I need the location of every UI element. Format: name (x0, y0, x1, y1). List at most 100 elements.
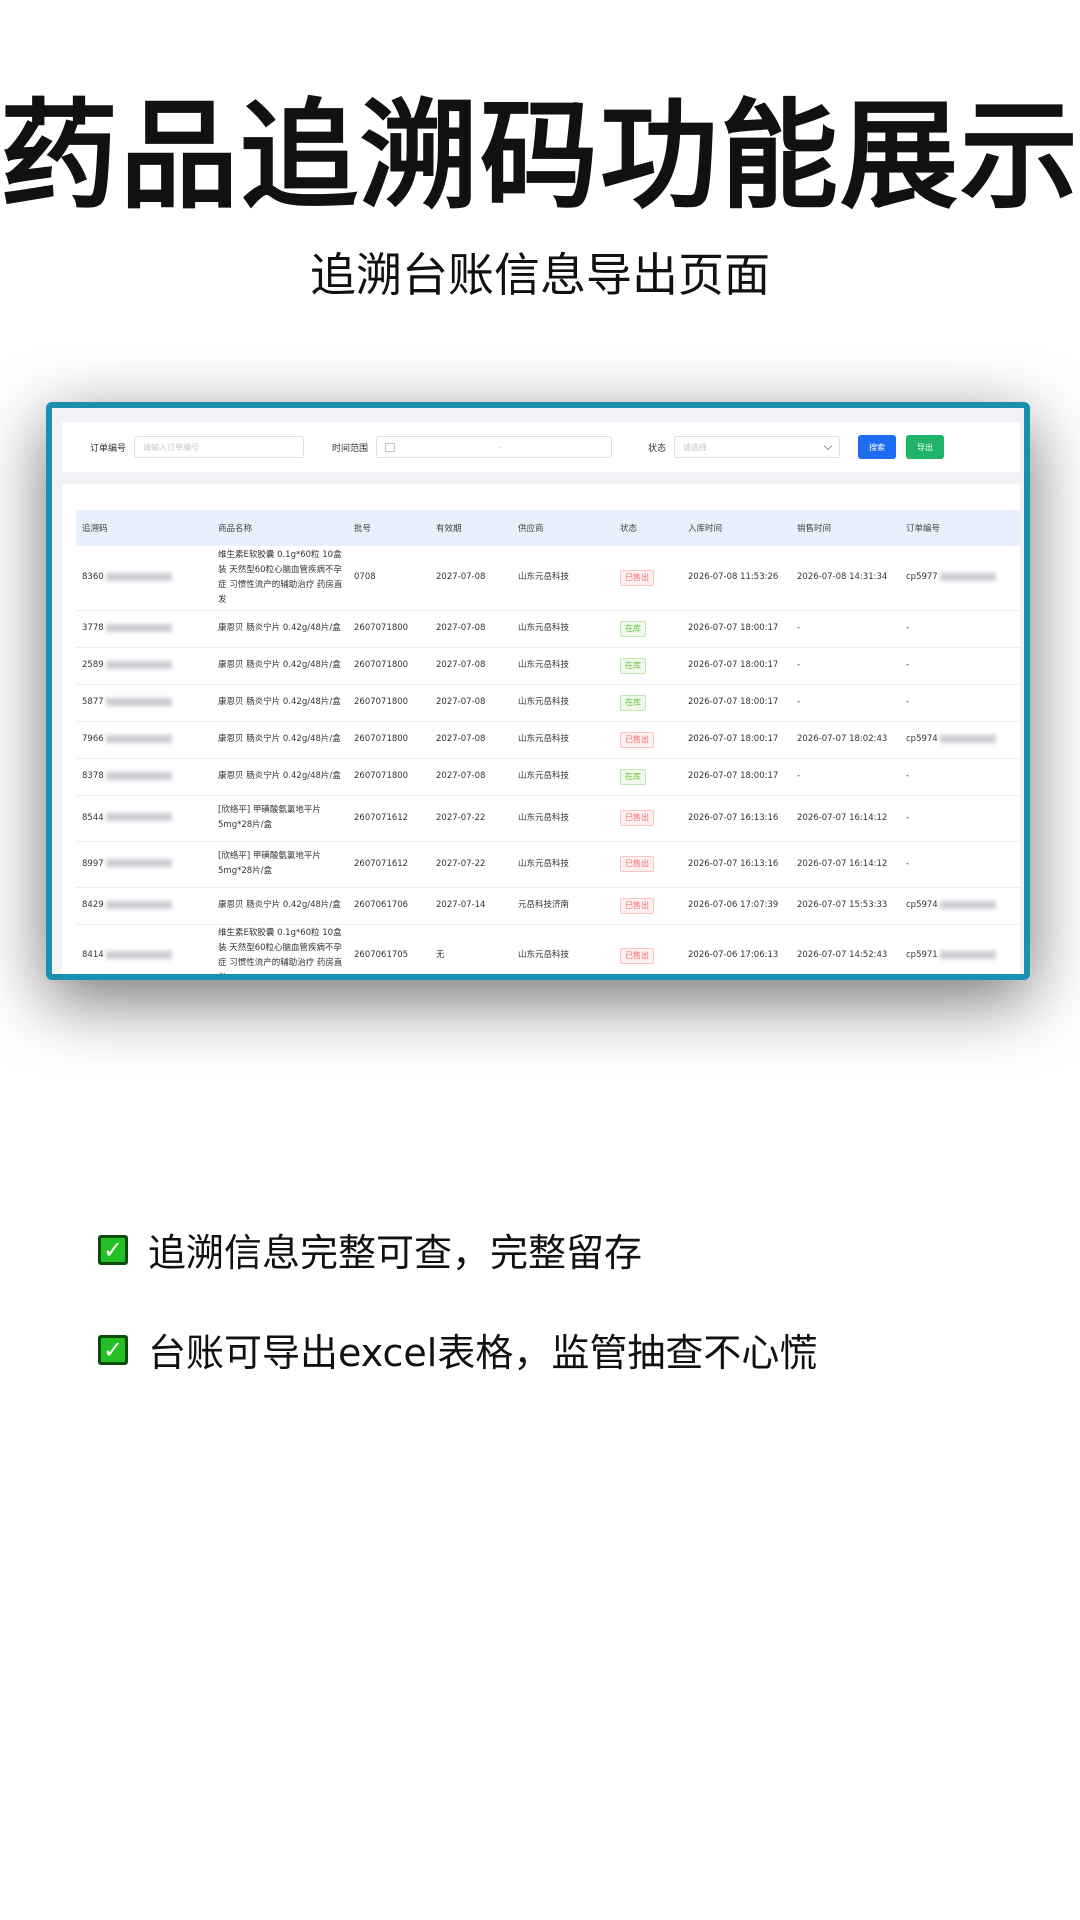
cell-supplier: 山东元岳科技 (518, 950, 570, 960)
masked-value (939, 950, 996, 959)
cell-batch: 2607071800 (354, 697, 409, 707)
cell-expiry: 2027-07-08 (436, 697, 486, 707)
cell-code: 5877 (82, 697, 104, 707)
cell-code: 3778 (82, 623, 104, 633)
cell-order: cp5974 (906, 900, 938, 910)
cell-sale_time: - (797, 623, 801, 633)
masked-value (939, 734, 996, 743)
cell-in_time: 2026-07-07 18:00:17 (688, 734, 779, 744)
cell-code: 7966 (82, 734, 104, 744)
column-header: 批号 (348, 510, 430, 546)
cell-supplier: 山东元岳科技 (518, 660, 570, 670)
cell-name: 康恩贝 肠炎宁片 0.42g/48片/盒 (218, 697, 341, 707)
column-header: 销售时间 (791, 510, 900, 546)
page-subheadline: 追溯台账信息导出页面 (310, 248, 770, 302)
cell-expiry: 2027-07-08 (436, 572, 486, 583)
export-button[interactable]: 导出 (906, 435, 945, 459)
masked-value (939, 572, 996, 581)
status-placeholder: 请选择 (683, 442, 708, 452)
cell-batch: 2607071800 (354, 623, 409, 633)
masked-value (105, 572, 172, 581)
cell-batch: 2607071800 (354, 734, 409, 744)
cell-order: - (906, 812, 910, 823)
cell-order: cp5977 (906, 572, 938, 583)
cell-batch: 2607071800 (354, 771, 409, 781)
cell-expiry: 2027-07-08 (436, 771, 486, 781)
date-range-picker[interactable]: - (376, 436, 613, 458)
screenshot-frame: 订单编号 请输入订单编号 时间范围 - 状态 请选择 搜索 导出 追溯码 商品名称… (46, 402, 1030, 980)
status-badge: 已售出 (620, 731, 654, 748)
order-number-placeholder: 请输入订单编号 (143, 442, 200, 452)
cell-sale_time: 2026-07-07 14:52:43 (797, 950, 888, 960)
masked-value (105, 859, 172, 867)
column-header: 入库时间 (682, 510, 791, 546)
masked-value (939, 900, 996, 909)
status-badge: 在库 (620, 768, 646, 785)
cell-supplier: 山东元岳科技 (518, 812, 570, 823)
table-row: 7966 康恩贝 肠炎宁片 0.42g/48片/盒 2607071800 2027-0… (76, 721, 1020, 759)
cell-in_time: 2026-07-06 17:06:13 (688, 950, 779, 960)
cell-supplier: 元岳科技济南 (518, 900, 570, 910)
order-filter-label: 订单编号 (90, 443, 127, 454)
cell-batch: 0708 (354, 572, 376, 583)
cell-sale_time: - (797, 660, 801, 670)
masked-value (105, 900, 172, 909)
cell-name: 康恩贝 肠炎宁片 0.42g/48片/盒 (218, 623, 341, 633)
cell-supplier: 山东元岳科技 (518, 734, 570, 744)
cell-name: [欣络平] 甲磺酸氨氯地平片5mg*28片/盒 (218, 851, 321, 876)
column-header: 订单编号 (900, 510, 1020, 546)
feature-text-1: 追溯信息完整可查，完整留存 (148, 1231, 643, 1275)
cell-code: 8378 (82, 771, 104, 781)
cell-batch: 2607071800 (354, 660, 409, 670)
cell-supplier: 山东元岳科技 (518, 771, 570, 781)
table-row: 8544 [欣络平] 甲磺酸氨氯地平片5mg*28片/盒 2607071612 202… (76, 795, 1020, 842)
cell-order: cp5971 (906, 950, 938, 960)
cell-in_time: 2026-07-07 16:13:16 (688, 812, 779, 823)
cell-batch: 2607061705 (354, 950, 409, 960)
status-badge: 已售出 (620, 856, 654, 872)
cell-sale_time: 2026-07-07 16:14:12 (797, 858, 888, 869)
date-range-separator: - (497, 442, 501, 452)
masked-value (105, 950, 172, 959)
status-badge: 已售出 (620, 897, 654, 914)
cell-in_time: 2026-07-07 18:00:17 (688, 697, 779, 707)
status-badge: 已售出 (620, 947, 654, 964)
cell-supplier: 山东元岳科技 (518, 697, 570, 707)
cell-in_time: 2026-07-06 17:07:39 (688, 900, 779, 910)
status-badge: 已售出 (620, 569, 654, 586)
status-badge: 在库 (620, 657, 646, 674)
status-badge: 已售出 (620, 810, 654, 826)
cell-sale_time: 2026-07-07 16:14:12 (797, 812, 888, 823)
cell-expiry: 无 (436, 950, 445, 960)
cell-name: [欣络平] 甲磺酸氨氯地平片5mg*28片/盒 (218, 805, 321, 830)
table-row: 8429 康恩贝 肠炎宁片 0.42g/48片/盒 2607061706 2027-0… (76, 887, 1020, 925)
cell-order: - (906, 623, 910, 633)
status-badge: 在库 (620, 620, 646, 637)
status-select[interactable]: 请选择 (674, 436, 841, 458)
table-row: 8997 [欣络平] 甲磺酸氨氯地平片5mg*28片/盒 2607071612 202… (76, 841, 1020, 888)
cell-in_time: 2026-07-08 11:53:26 (688, 572, 779, 583)
feature-item-1: ✓ 追溯信息完整可查，完整留存 (98, 1222, 642, 1277)
table-row: 3778 康恩贝 肠炎宁片 0.42g/48片/盒 2607071800 2027-0… (76, 610, 1020, 648)
cell-in_time: 2026-07-07 16:13:16 (688, 858, 779, 869)
cell-sale_time: 2026-07-07 15:53:33 (797, 900, 888, 910)
status-filter-label: 状态 (648, 443, 667, 454)
search-button[interactable]: 搜索 (858, 435, 897, 459)
cell-order: - (906, 660, 910, 670)
cell-in_time: 2026-07-07 18:00:17 (688, 660, 779, 670)
table-row: 5877 康恩贝 肠炎宁片 0.42g/48片/盒 2607071800 2027-0… (76, 684, 1020, 722)
cell-in_time: 2026-07-07 18:00:17 (688, 623, 779, 633)
masked-value (105, 697, 172, 706)
trace-table: 追溯码 商品名称 批号 有效期 供应商 状态 入库时间 销售时间 订单编号 8360 维生素E软胶… (76, 510, 1020, 974)
cell-code: 8360 (82, 572, 104, 583)
cell-order: - (906, 771, 910, 781)
cell-order: - (906, 858, 910, 869)
table-row: 8360 维生素E软胶囊 0.1g*60粒 10盒装 天然型60粒心脑血管疾病不孕… (76, 546, 1020, 611)
page-headline: 药品追溯码功能展示 (0, 87, 1080, 225)
order-number-input[interactable]: 请输入订单编号 (134, 436, 305, 458)
cell-batch: 2607061706 (354, 900, 409, 910)
calendar-icon (385, 442, 396, 452)
masked-value (105, 813, 172, 821)
cell-code: 2589 (82, 660, 104, 670)
check-icon: ✓ (98, 1234, 128, 1265)
